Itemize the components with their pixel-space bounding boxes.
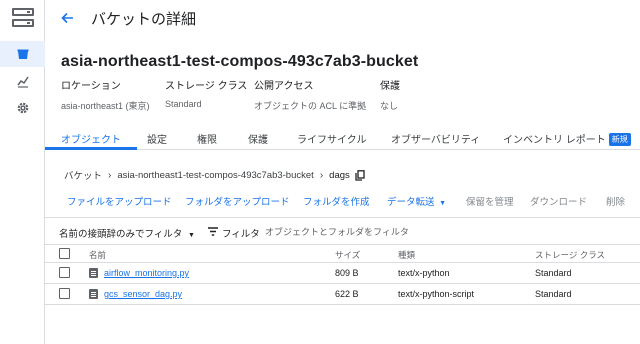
filter-input[interactable] bbox=[265, 224, 465, 240]
chevron-right-icon: › bbox=[319, 169, 324, 181]
meta-label: 公開アクセス bbox=[254, 81, 314, 92]
download-button[interactable]: ダウンロード bbox=[530, 194, 587, 208]
meta-storage-class: ストレージ クラス Standard bbox=[165, 77, 247, 109]
tab-objects[interactable]: オブジェクト bbox=[61, 131, 121, 146]
manage-holds-button[interactable]: 保留を管理 bbox=[466, 194, 514, 208]
meta-label: ストレージ クラス bbox=[165, 81, 248, 92]
bucket-name: asia-northeast1-test-compos-493c7ab3-buc… bbox=[61, 53, 419, 70]
tab-configuration[interactable]: 設定 bbox=[147, 131, 167, 146]
tab-inventory-reports[interactable]: インベントリ レポート 新規 bbox=[503, 131, 631, 146]
left-nav-rail bbox=[0, 0, 45, 344]
copy-icon[interactable] bbox=[355, 169, 365, 181]
transfer-data-label: データ転送 bbox=[387, 197, 435, 208]
select-all-checkbox[interactable] bbox=[59, 248, 70, 259]
meta-location: ロケーション asia-northeast1 (東京) bbox=[61, 77, 150, 112]
column-header-size[interactable]: サイズ bbox=[335, 249, 360, 261]
objects-table: 名前 サイズ 種類 ストレージ クラス airflow_monitoring.p… bbox=[45, 245, 640, 305]
caret-down-icon: ▼ bbox=[439, 200, 447, 207]
page-header: バケットの詳細 bbox=[45, 0, 640, 36]
back-arrow-icon[interactable] bbox=[57, 8, 77, 28]
file-icon bbox=[89, 268, 98, 278]
caret-down-icon: ▼ bbox=[187, 232, 195, 239]
file-icon bbox=[89, 289, 98, 299]
meta-public-access: 公開アクセス オブジェクトの ACL に準拠 bbox=[254, 77, 366, 112]
meta-protection: 保護 なし bbox=[380, 77, 400, 112]
breadcrumb-buckets[interactable]: バケット bbox=[64, 168, 102, 182]
meta-value: asia-northeast1 (東京) bbox=[61, 101, 150, 111]
row-checkbox[interactable] bbox=[59, 288, 70, 299]
meta-value: なし bbox=[380, 101, 399, 111]
file-name-link[interactable]: gcs_sensor_dag.py bbox=[104, 289, 182, 299]
table-row: gcs_sensor_dag.py 622 B text/x-python-sc… bbox=[45, 284, 640, 305]
meta-value: Standard bbox=[165, 99, 202, 109]
filter-bar: 名前の接頭辞のみでフィルタ ▼ フィルタ bbox=[45, 217, 640, 245]
meta-label: ロケーション bbox=[61, 81, 121, 92]
active-tab-indicator bbox=[45, 147, 137, 150]
monitoring-nav-icon[interactable] bbox=[0, 68, 45, 94]
chevron-right-icon: › bbox=[108, 169, 112, 181]
new-badge: 新規 bbox=[608, 133, 631, 146]
filter-label: フィルタ bbox=[222, 229, 260, 240]
breadcrumb-bucket[interactable]: asia-northeast1-test-compos-493c7ab3-buc… bbox=[117, 170, 313, 181]
settings-nav-icon[interactable] bbox=[0, 95, 45, 121]
tab-permissions[interactable]: 権限 bbox=[197, 131, 217, 146]
file-type: text/x-python bbox=[398, 268, 450, 278]
tab-protection[interactable]: 保護 bbox=[248, 131, 268, 146]
meta-value: オブジェクトの ACL に準拠 bbox=[254, 101, 367, 111]
meta-label: 保護 bbox=[380, 81, 400, 92]
row-checkbox[interactable] bbox=[59, 267, 70, 278]
file-storage-class: Standard bbox=[535, 268, 572, 278]
file-type: text/x-python-script bbox=[398, 289, 475, 299]
tab-observability[interactable]: オブザーバビリティ bbox=[391, 131, 480, 146]
delete-button[interactable]: 削除 bbox=[606, 194, 625, 208]
file-size: 809 B bbox=[335, 268, 359, 278]
storage-product-icon[interactable] bbox=[12, 8, 34, 28]
create-folder-button[interactable]: フォルダを作成 bbox=[303, 194, 370, 208]
filter-icon bbox=[208, 227, 218, 236]
prefix-filter-dropdown[interactable]: 名前の接頭辞のみでフィルタ ▼ bbox=[59, 226, 195, 240]
column-header-name[interactable]: 名前 bbox=[89, 249, 106, 261]
column-header-storage-class[interactable]: ストレージ クラス bbox=[535, 249, 605, 261]
breadcrumb: バケット › asia-northeast1-test-compos-493c7… bbox=[64, 168, 365, 182]
tab-label: インベントリ レポート bbox=[503, 135, 606, 146]
upload-files-button[interactable]: ファイルをアップロード bbox=[67, 194, 172, 208]
column-header-type[interactable]: 種類 bbox=[398, 249, 415, 261]
buckets-nav-icon[interactable] bbox=[0, 41, 45, 67]
transfer-data-button[interactable]: データ転送 ▼ bbox=[387, 194, 446, 208]
breadcrumb-folder: dags bbox=[329, 169, 350, 181]
table-row: airflow_monitoring.py 809 B text/x-pytho… bbox=[45, 263, 640, 284]
tab-lifecycle[interactable]: ライフサイクル bbox=[297, 131, 367, 146]
upload-folder-button[interactable]: フォルダをアップロード bbox=[185, 194, 290, 208]
file-size: 622 B bbox=[335, 289, 359, 299]
prefix-filter-label: 名前の接頭辞のみでフィルタ bbox=[59, 229, 183, 240]
file-name-link[interactable]: airflow_monitoring.py bbox=[104, 268, 189, 278]
file-storage-class: Standard bbox=[535, 289, 572, 299]
table-header-row: 名前 サイズ 種類 ストレージ クラス bbox=[45, 245, 640, 263]
page-title: バケットの詳細 bbox=[91, 10, 197, 28]
